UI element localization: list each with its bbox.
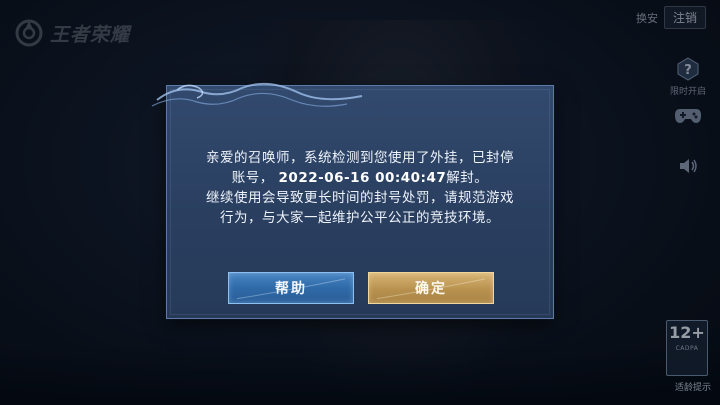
confirm-button-label: 确定 [415,281,447,297]
confirm-button[interactable]: 确定 [368,272,494,304]
ban-message-prefix: 账号， [231,170,274,186]
ban-message-line-3: 继续使用会导致更长时间的封号处罚，请规范游戏 [206,190,514,206]
help-button[interactable]: 帮助 [228,272,354,304]
ban-message-line-4: 行为，与大家一起维护公平公正的竞技环境。 [220,210,500,226]
cloud-swirl-ornament [151,82,363,107]
ban-message: 亲爱的召唤师，系统检测到您使用了外挂，已封停 账号， 2022-06-16 00… [187,148,533,228]
ban-notice-dialog: 亲爱的召唤师，系统检测到您使用了外挂，已封停 账号， 2022-06-16 00… [151,82,554,319]
help-button-label: 帮助 [275,281,307,297]
ban-message-suffix: 解封。 [446,170,489,186]
unban-time: 2022-06-16 00:40:47 [278,170,447,186]
ban-message-line-2: 账号， 2022-06-16 00:40:47解封。 [187,168,533,188]
ban-message-line-1: 亲爱的召唤师，系统检测到您使用了外挂，已封停 [206,150,514,166]
